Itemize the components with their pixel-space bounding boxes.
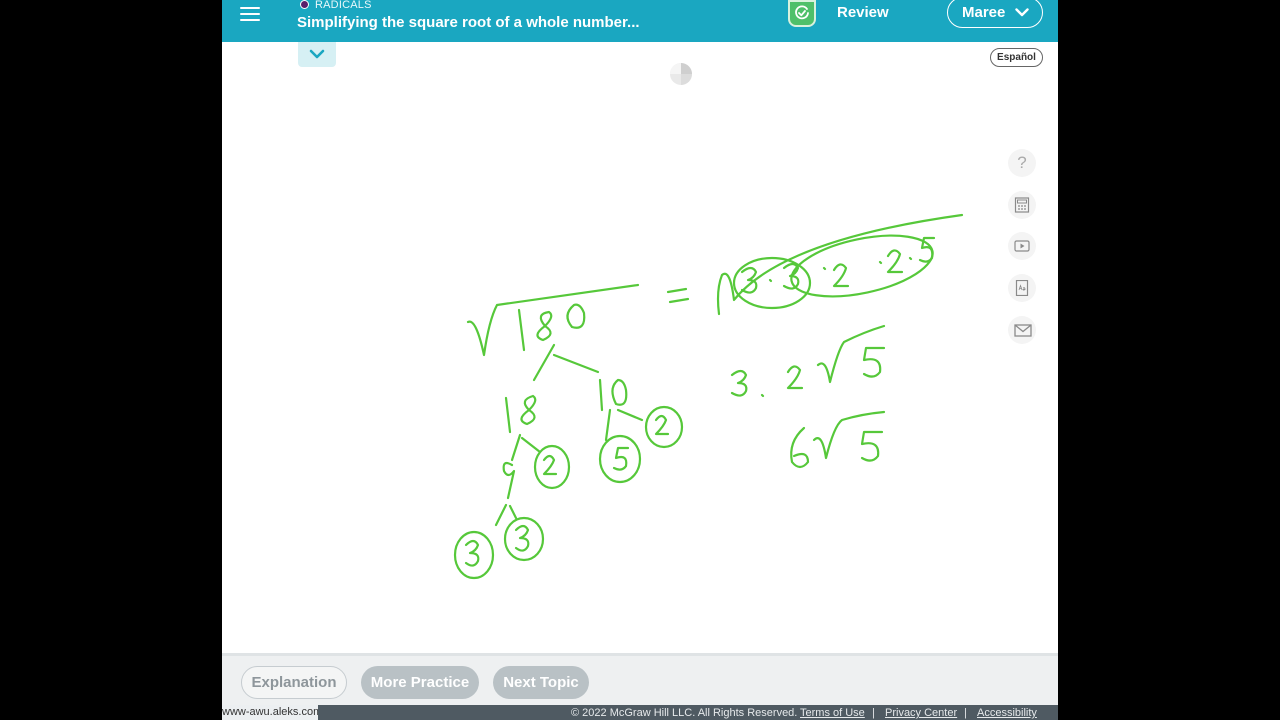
digit-1-stroke [517,308,526,352]
digit-9-stroke [502,461,516,500]
circle-stroke [790,234,934,298]
digit-1-stroke [598,378,604,412]
circle-stroke [533,444,571,490]
topic-category-label: RADICALS [315,0,372,11]
circle-stroke [598,434,642,484]
next-topic-button[interactable]: Next Topic [493,666,589,699]
radical-sign-stroke [466,283,640,357]
circle-stroke [644,405,684,449]
bottom-action-bar: Explanation More Practice Next Topic [222,653,1058,705]
accessibility-link[interactable]: Accessibility [977,706,1037,720]
handwritten-work [453,213,964,580]
dot-stroke [760,393,765,398]
digit-3-stroke [730,369,748,397]
explanation-button[interactable]: Explanation [241,666,347,699]
topic-title[interactable]: Simplifying the square root of a whole n… [297,14,640,31]
aleks-app: RADICALS Simplifying the square root of … [222,0,1058,720]
menu-icon[interactable] [240,5,262,23]
user-menu-button[interactable]: Maree [947,0,1043,28]
footer: www-awu.aleks.com © 2022 McGraw Hill LLC… [222,705,1058,720]
footer-separator: | [964,707,967,719]
digit-6-stroke [790,426,810,469]
terms-of-use-link[interactable]: Terms of Use [800,706,865,720]
digit-2-stroke [542,454,558,476]
digit-2-stroke [654,414,670,436]
circle-stroke [453,530,495,580]
digit-5-stroke [862,346,886,378]
status-url: www-awu.aleks.com [222,705,318,720]
tree-branch-stroke [510,433,542,462]
topic-status-dot-icon [300,0,309,9]
digit-8-stroke [520,394,537,426]
equals-sign-stroke [666,287,690,304]
top-header: RADICALS Simplifying the square root of … [222,0,1058,42]
dot-stroke [768,278,773,283]
digit-0-stroke [611,378,628,406]
digit-2-stroke [886,249,904,274]
privacy-center-link[interactable]: Privacy Center [885,706,957,720]
review-check-icon [795,5,809,20]
digit-5-stroke [612,446,630,471]
user-name: Maree [962,4,1006,21]
digit-2-stroke [786,365,804,390]
digit-0-stroke [566,303,586,329]
copyright-text: © 2022 McGraw Hill LLC. All Rights Reser… [571,707,798,719]
digit-1-stroke [504,396,512,434]
review-badge[interactable] [788,0,816,27]
footer-separator: | [872,707,875,719]
chevron-down-icon [1015,8,1029,17]
more-practice-button[interactable]: More Practice [361,666,479,699]
digit-3-stroke [514,524,530,552]
digit-3-stroke [464,539,480,567]
tree-branch-stroke [532,343,600,382]
review-label[interactable]: Review [837,4,889,21]
digit-8-stroke [536,310,553,342]
radical-sign-stroke [812,410,886,460]
digit-2-stroke [832,263,850,288]
radical-sign-stroke [816,324,886,384]
digit-5-stroke [860,430,884,462]
